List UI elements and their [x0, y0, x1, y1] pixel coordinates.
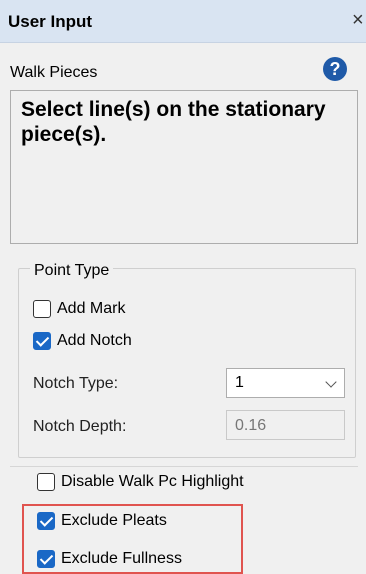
notch-depth-label: Notch Depth: [33, 418, 127, 435]
exclude-fullness-checkbox[interactable]: Exclude Fullness [37, 550, 182, 568]
add-notch-checkbox[interactable]: Add Notch [33, 332, 132, 350]
help-question-icon[interactable]: ? [323, 57, 347, 81]
add-mark-checkbox-box[interactable] [33, 300, 51, 318]
add-notch-checkbox-box[interactable] [33, 332, 51, 350]
prompt-text: Select line(s) on the stationary piece(s… [21, 98, 326, 146]
exclude-pleats-checkbox[interactable]: Exclude Pleats [37, 512, 167, 530]
add-notch-label: Add Notch [57, 332, 132, 349]
add-mark-label: Add Mark [57, 300, 126, 317]
disable-highlight-checkbox-box[interactable] [37, 473, 55, 491]
disable-highlight-label: Disable Walk Pc Highlight [61, 473, 244, 490]
window-title: User Input [8, 12, 93, 31]
exclude-pleats-checkbox-box[interactable] [37, 512, 55, 530]
disable-highlight-checkbox[interactable]: Disable Walk Pc Highlight [37, 473, 244, 491]
add-mark-checkbox[interactable]: Add Mark [33, 300, 125, 318]
section-label: Walk Pieces [10, 64, 98, 81]
divider [10, 466, 358, 467]
exclude-fullness-label: Exclude Fullness [61, 550, 182, 567]
notch-depth-field[interactable]: 0.16 [226, 410, 345, 440]
notch-type-label: Notch Type: [33, 375, 119, 392]
chevron-down-icon[interactable] [325, 376, 337, 388]
notch-type-select[interactable]: 1 [226, 368, 345, 398]
notch-type-value: 1 [235, 374, 244, 391]
point-type-legend: Point Type [30, 262, 114, 280]
exclude-fullness-checkbox-box[interactable] [37, 550, 55, 568]
user-input-panel: User Input × Walk Pieces ? Select line(s… [0, 0, 366, 574]
close-icon[interactable]: × [352, 10, 366, 30]
notch-depth-value: 0.16 [235, 417, 267, 434]
prompt-box: Select line(s) on the stationary piece(s… [10, 90, 358, 244]
exclude-pleats-label: Exclude Pleats [61, 512, 167, 529]
titlebar: User Input × [0, 0, 366, 43]
